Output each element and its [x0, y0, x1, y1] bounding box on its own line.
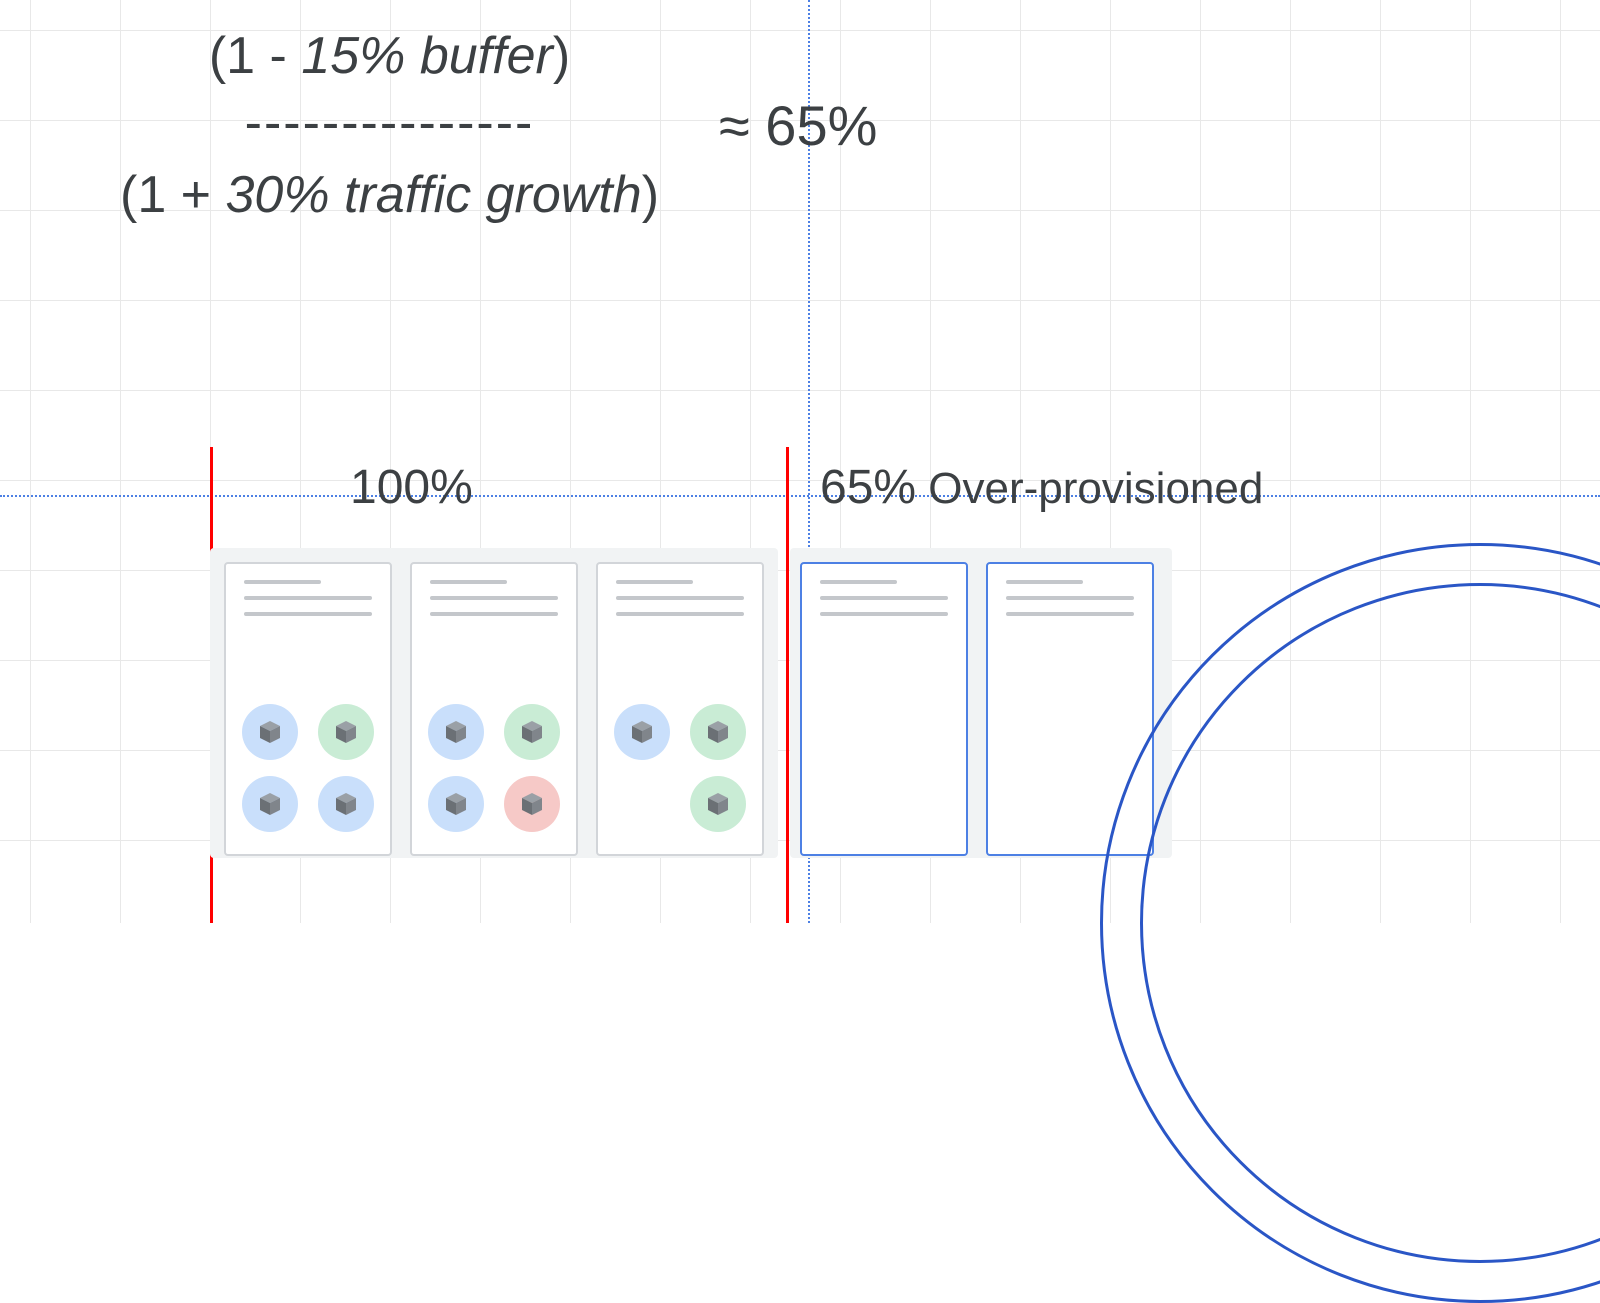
- server: [224, 562, 392, 856]
- text: ): [553, 27, 570, 85]
- server-line: [1006, 580, 1083, 584]
- pod-blue: [428, 704, 484, 760]
- cube-icon: [630, 720, 654, 744]
- server-line: [616, 596, 744, 600]
- pod-green: [690, 704, 746, 760]
- server-line: [244, 580, 321, 584]
- cube-icon: [520, 720, 544, 744]
- server-line: [1006, 596, 1134, 600]
- guide-horizontal: [0, 495, 1600, 497]
- text: Over-provisioned: [916, 464, 1263, 513]
- label-full: 100%: [350, 460, 473, 515]
- pod-blue: [242, 776, 298, 832]
- cube-icon: [334, 792, 358, 816]
- server-line: [820, 612, 948, 616]
- server-line: [430, 596, 558, 600]
- server: [410, 562, 578, 856]
- pod-green: [690, 776, 746, 832]
- server-spare: [800, 562, 968, 856]
- server-line: [244, 612, 372, 616]
- server-line: [430, 580, 507, 584]
- pod-grid: [430, 704, 558, 842]
- pod-blue: [318, 776, 374, 832]
- cube-icon: [334, 720, 358, 744]
- server-line: [430, 612, 558, 616]
- pod-grid: [244, 704, 372, 842]
- server-spare: [986, 562, 1154, 856]
- formula-result: ≈ 65%: [719, 93, 877, 158]
- text: (1 +: [120, 166, 226, 224]
- cube-icon: [520, 792, 544, 816]
- formula: (1 - 15% buffer) --------------- (1 + 30…: [120, 20, 1520, 232]
- text: 30% traffic growth: [226, 166, 642, 224]
- pod-blue: [614, 704, 670, 760]
- server: [596, 562, 764, 856]
- marker-split: [786, 447, 789, 923]
- formula-divider: ---------------: [245, 97, 535, 149]
- pod-grid: [616, 704, 744, 842]
- pod-green: [318, 704, 374, 760]
- server-line: [820, 596, 948, 600]
- text: ): [642, 166, 659, 224]
- label-overprovisioned: 65% Over-provisioned: [820, 460, 1263, 515]
- cube-icon: [444, 792, 468, 816]
- pod-blue: [242, 704, 298, 760]
- cube-icon: [706, 792, 730, 816]
- cube-icon: [258, 720, 282, 744]
- pod-blue: [428, 776, 484, 832]
- formula-fraction: (1 - 15% buffer) --------------- (1 + 30…: [120, 20, 659, 232]
- server-tray-spare: [790, 548, 1172, 858]
- cube-icon: [706, 720, 730, 744]
- text: 15% buffer: [301, 27, 553, 85]
- formula-numerator: (1 - 15% buffer): [209, 20, 570, 93]
- server-line: [1006, 612, 1134, 616]
- formula-denominator: (1 + 30% traffic growth): [120, 159, 659, 232]
- server-line: [820, 580, 897, 584]
- server-line: [244, 596, 372, 600]
- server-tray-active: [210, 548, 778, 858]
- text: (1 -: [209, 27, 301, 85]
- text: 65%: [820, 461, 916, 514]
- server-line: [616, 580, 693, 584]
- pod-red: [504, 776, 560, 832]
- pod-green: [504, 704, 560, 760]
- server-line: [616, 612, 744, 616]
- cube-icon: [444, 720, 468, 744]
- cube-icon: [258, 792, 282, 816]
